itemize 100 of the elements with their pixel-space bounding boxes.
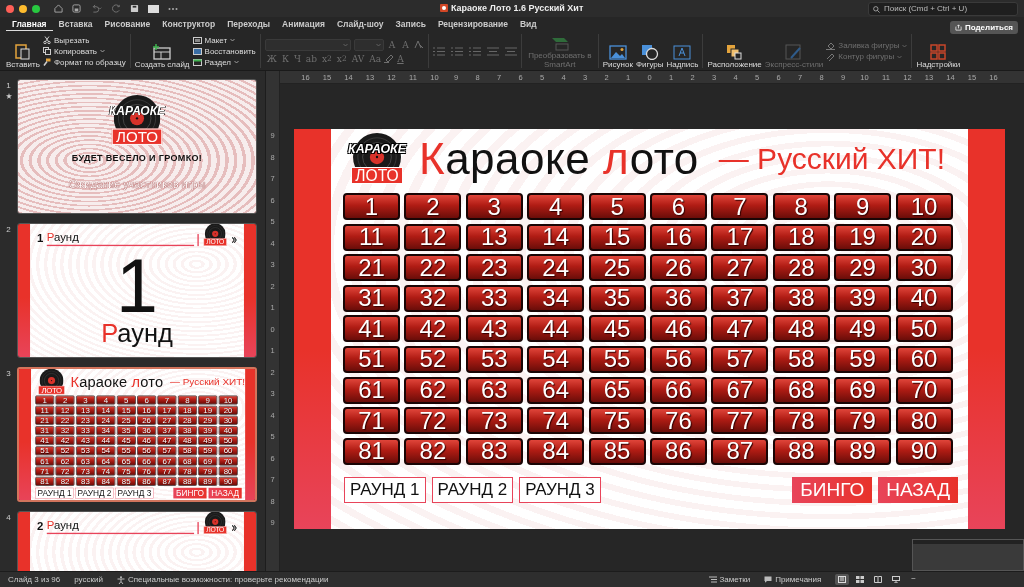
number-tile[interactable]: 74 (527, 407, 585, 435)
number-tile[interactable]: 71 (343, 407, 400, 435)
number-tile[interactable]: 29 (834, 254, 892, 282)
view-button[interactable] (835, 574, 850, 585)
number-tile[interactable]: 11 (343, 223, 400, 251)
number-tile[interactable]: 23 (465, 254, 523, 282)
layout-button[interactable]: Макет (192, 35, 256, 45)
number-tile[interactable]: 62 (404, 376, 462, 404)
number-tile[interactable]: 39 (834, 284, 892, 312)
save-icon[interactable] (72, 4, 81, 13)
number-tile[interactable]: 73 (465, 407, 523, 435)
number-tile[interactable]: 34 (527, 284, 585, 312)
text-box-button[interactable]: Надпись (666, 33, 699, 69)
undo-icon[interactable] (90, 4, 103, 13)
ribbon-tab[interactable]: Главная (6, 18, 53, 31)
round-button[interactable]: РАУНД 3 (115, 487, 154, 499)
number-tile[interactable]: 33 (465, 284, 523, 312)
number-tile[interactable]: 55 (588, 345, 646, 373)
number-tile[interactable]: 37 (711, 284, 769, 312)
number-tile[interactable]: 76 (649, 407, 707, 435)
number-tile[interactable]: 30 (895, 254, 953, 282)
zoom-out-button[interactable]: − (911, 574, 916, 585)
number-tile[interactable]: 6 (649, 193, 707, 220)
number-tile[interactable]: 68 (772, 376, 830, 404)
accessibility-status[interactable]: Специальные возможности: проверьте рекомендации (127, 575, 329, 584)
number-tile[interactable]: 9 (834, 193, 892, 220)
ribbon-tab[interactable]: Рисование (98, 18, 157, 31)
round-button[interactable]: РАУНД 2 (431, 476, 514, 503)
number-tile[interactable]: 69 (834, 376, 892, 404)
number-tile[interactable]: 43 (465, 315, 523, 343)
number-tile[interactable]: 84 (527, 437, 585, 465)
number-tile[interactable]: 7 (711, 193, 769, 220)
number-tile[interactable]: 58 (772, 345, 830, 373)
number-tile[interactable]: 22 (404, 254, 462, 282)
number-tile[interactable]: 35 (588, 284, 646, 312)
action-button[interactable]: БИНГО (792, 476, 873, 503)
more-icon[interactable] (168, 6, 178, 11)
number-tile[interactable]: 61 (343, 376, 400, 404)
number-tile[interactable]: 19 (834, 223, 892, 251)
number-tile[interactable]: 4 (527, 193, 585, 220)
notes-button[interactable]: Заметки (708, 575, 751, 584)
round-button[interactable]: РАУНД 1 (35, 487, 74, 499)
search-field[interactable]: Поиск (Cmd + Ctrl + U) (868, 1, 1018, 16)
action-button[interactable]: НАЗАД (208, 487, 242, 499)
number-tile[interactable]: 59 (834, 345, 892, 373)
number-tile[interactable]: 65 (588, 376, 646, 404)
share-button[interactable]: Поделиться (950, 21, 1018, 34)
number-tile[interactable]: 13 (465, 223, 523, 251)
number-tile[interactable]: 85 (588, 437, 646, 465)
ribbon-tab[interactable]: Рецензирование (431, 18, 514, 31)
round-button[interactable]: РАУНД 2 (75, 487, 114, 499)
number-tile[interactable]: 32 (404, 284, 462, 312)
round-button[interactable]: РАУНД 3 (519, 476, 601, 503)
ribbon-tab[interactable]: Переходы (221, 18, 277, 31)
list-icon[interactable] (450, 46, 463, 56)
number-tile[interactable]: 78 (772, 407, 830, 435)
ribbon-tab[interactable]: Конструктор (156, 18, 222, 31)
number-tile[interactable]: 42 (404, 315, 462, 343)
add-ins-button[interactable]: Надстройки (916, 33, 961, 69)
number-tile[interactable]: 31 (343, 284, 400, 312)
number-tile[interactable]: 38 (772, 284, 830, 312)
number-tile[interactable]: 56 (649, 345, 707, 373)
number-tile[interactable]: 8 (772, 193, 830, 220)
reset-button[interactable]: Восстановить (192, 46, 256, 56)
number-tile[interactable]: 20 (895, 223, 953, 251)
number-tile[interactable]: 5 (588, 193, 646, 220)
number-tile[interactable]: 24 (527, 254, 585, 282)
shapes-button[interactable]: Фигуры (635, 33, 664, 69)
number-tile[interactable]: 88 (772, 437, 830, 465)
number-tile[interactable]: 86 (649, 437, 707, 465)
number-tile[interactable]: 36 (649, 284, 707, 312)
number-tile[interactable]: 10 (895, 193, 953, 220)
format-painter-button[interactable]: Формат по образцу (42, 57, 126, 67)
number-tile[interactable]: 48 (772, 315, 830, 343)
number-tile[interactable]: 27 (711, 254, 769, 282)
round-button[interactable]: РАУНД 1 (344, 476, 426, 503)
number-tile[interactable]: 63 (465, 376, 523, 404)
align-icon[interactable] (504, 46, 517, 56)
number-tile[interactable]: 51 (343, 345, 400, 373)
number-tile[interactable]: 46 (649, 315, 707, 343)
slide-thumbnail[interactable] (17, 367, 257, 502)
minimize-button[interactable] (19, 4, 27, 13)
number-tile[interactable]: 66 (649, 376, 707, 404)
number-tile[interactable]: 47 (711, 315, 769, 343)
number-tile[interactable]: 40 (895, 284, 953, 312)
comments-button[interactable]: Примечания (764, 575, 822, 584)
number-tile[interactable]: 1 (343, 193, 400, 220)
maximize-button[interactable] (32, 4, 40, 13)
number-tile[interactable]: 50 (895, 315, 953, 343)
number-tile[interactable]: 77 (711, 407, 769, 435)
number-tile[interactable]: 87 (711, 437, 769, 465)
save-as-icon[interactable] (130, 4, 139, 13)
number-tile[interactable]: 57 (711, 345, 769, 373)
number-tile[interactable]: 81 (343, 437, 400, 465)
number-tile[interactable]: 16 (649, 223, 707, 251)
number-tile[interactable]: 82 (404, 437, 462, 465)
number-tile[interactable]: 75 (588, 407, 646, 435)
number-tile[interactable]: 54 (527, 345, 585, 373)
language-label[interactable]: русский (74, 575, 103, 584)
number-tile[interactable]: 49 (834, 315, 892, 343)
